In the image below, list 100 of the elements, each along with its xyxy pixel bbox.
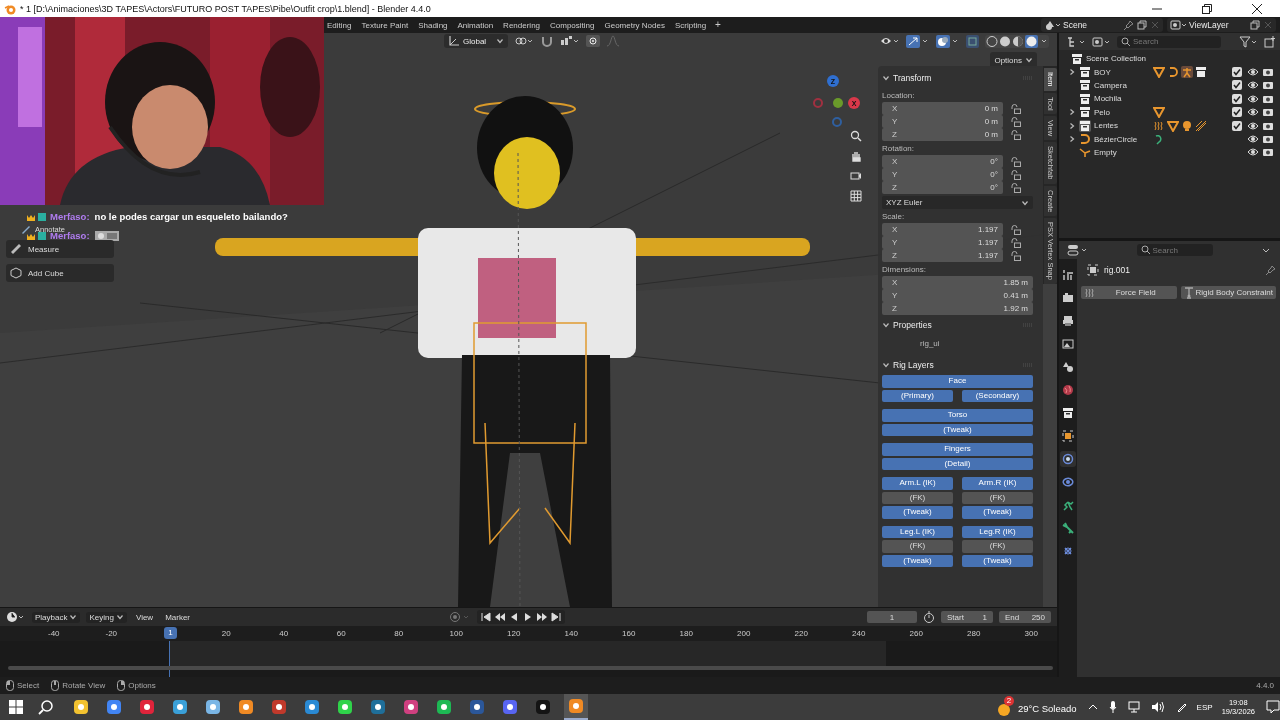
- eye-icon[interactable]: [1247, 120, 1259, 131]
- clock-editor-icon[interactable]: [6, 611, 26, 623]
- empty-icon: [1079, 146, 1091, 159]
- weather-widget[interactable]: 2 29°C Soleado: [996, 695, 1077, 719]
- previous-keyframe-icon[interactable]: [494, 611, 506, 623]
- outliner-row[interactable]: BOY: [1059, 65, 1280, 79]
- collection-icon: [1071, 52, 1083, 65]
- copy-icon[interactable]: [1250, 20, 1260, 30]
- eye-icon[interactable]: [1247, 147, 1259, 158]
- workspace-tab[interactable]: Geometry Nodes: [599, 18, 670, 32]
- workspace-tab[interactable]: Animation: [452, 18, 499, 32]
- pin-icon[interactable]: [1266, 265, 1276, 275]
- tray-chevron-icon[interactable]: [1087, 702, 1098, 712]
- add-workspace-button[interactable]: +: [711, 18, 725, 32]
- search-field[interactable]: Search: [1117, 35, 1221, 48]
- checkbox[interactable]: [1232, 120, 1242, 131]
- outliner-row[interactable]: Mochila: [1059, 92, 1280, 106]
- checkbox[interactable]: [1232, 93, 1242, 104]
- record-icon[interactable]: [449, 611, 471, 623]
- properties-tab[interactable]: [1060, 336, 1076, 352]
- eye-icon[interactable]: [1247, 107, 1259, 118]
- windows-start-icon[interactable]: [9, 700, 23, 714]
- properties-tab[interactable]: [1060, 451, 1076, 467]
- frame-number: 140: [563, 629, 579, 638]
- volume-icon[interactable]: [1150, 701, 1165, 713]
- end-frame-field[interactable]: End 250: [999, 611, 1051, 623]
- render-camera-icon[interactable]: [1262, 120, 1274, 131]
- workspace-tab[interactable]: Scripting: [669, 18, 712, 32]
- search-icon[interactable]: [38, 699, 54, 715]
- display-mode-icon[interactable]: [1092, 35, 1112, 48]
- menu-item[interactable]: Marker: [162, 611, 194, 623]
- outliner-row[interactable]: Lentes: [1059, 118, 1280, 133]
- outliner-row[interactable]: Pelo: [1059, 105, 1280, 119]
- menu-dropdown[interactable]: Keying: [86, 611, 127, 623]
- close-icon[interactable]: [1252, 3, 1262, 14]
- menu-dropdown[interactable]: Playback: [32, 611, 81, 623]
- render-camera-icon[interactable]: [1262, 147, 1274, 158]
- eye-icon[interactable]: [1247, 93, 1259, 104]
- render-camera-icon[interactable]: [1262, 134, 1274, 145]
- pen-icon[interactable]: [1175, 701, 1188, 713]
- render-camera-icon[interactable]: [1262, 67, 1274, 78]
- jump-start-icon[interactable]: [480, 611, 492, 623]
- sun-icon: [996, 703, 1011, 717]
- render-camera-icon[interactable]: [1262, 80, 1274, 91]
- workspace-tab[interactable]: Rendering: [498, 18, 546, 32]
- physics-button[interactable]: Force Field: [1081, 286, 1177, 299]
- light-icon: [1181, 119, 1193, 132]
- outliner-row[interactable]: Empty: [1059, 145, 1280, 160]
- scrollbar[interactable]: [8, 666, 1053, 670]
- microphone-icon[interactable]: [1108, 701, 1117, 713]
- workspace-tab[interactable]: Compositing: [545, 18, 600, 32]
- checkbox[interactable]: [1232, 107, 1242, 118]
- outliner-editor-icon[interactable]: [1067, 35, 1087, 48]
- outliner-row[interactable]: Scene Collection: [1059, 52, 1280, 66]
- object-data-icon: [1062, 499, 1074, 511]
- outliner-row[interactable]: Campera: [1059, 78, 1280, 93]
- taskbar-app[interactable]: [564, 694, 588, 720]
- view-layer-icon[interactable]: [1170, 19, 1186, 31]
- new-collection-icon[interactable]: [1264, 35, 1276, 48]
- notifications-icon[interactable]: [1266, 700, 1280, 714]
- properties-tab[interactable]: [1060, 405, 1076, 421]
- properties-editor-icon[interactable]: [1067, 244, 1089, 256]
- workspace-tab[interactable]: Editing: [322, 18, 357, 32]
- notification-badge: 2: [1003, 696, 1014, 706]
- jump-end-icon[interactable]: [550, 611, 562, 623]
- outliner-row[interactable]: BézierCircle: [1059, 132, 1280, 146]
- filter-icon[interactable]: [1239, 35, 1259, 48]
- frame-field[interactable]: 1: [867, 611, 917, 623]
- workspace-tab[interactable]: Texture Paint: [356, 18, 414, 32]
- eye-icon[interactable]: [1247, 67, 1259, 78]
- properties-tab[interactable]: [1060, 428, 1076, 444]
- tool-icon: [1062, 269, 1074, 281]
- scene-icon[interactable]: [1044, 19, 1060, 31]
- maximize-icon[interactable]: [1202, 3, 1212, 14]
- checkbox[interactable]: [1232, 67, 1242, 78]
- render-camera-icon[interactable]: [1262, 107, 1274, 118]
- frame-number: 280: [966, 629, 982, 638]
- properties-tab[interactable]: [1060, 520, 1076, 536]
- copy-icon[interactable]: [1137, 20, 1147, 30]
- frame-number: 240: [851, 629, 867, 638]
- stopwatch-icon[interactable]: [923, 611, 935, 623]
- caret-icon: [115, 613, 124, 621]
- eye-icon[interactable]: [1247, 134, 1259, 145]
- render-camera-icon[interactable]: [1262, 93, 1274, 104]
- playhead[interactable]: 1: [164, 627, 177, 639]
- properties-tab[interactable]: [1060, 313, 1076, 329]
- eye-icon[interactable]: [1247, 80, 1259, 91]
- menu-item[interactable]: View: [132, 611, 157, 623]
- scene-icon: [1062, 361, 1074, 373]
- language-indicator[interactable]: ESP: [1196, 702, 1213, 712]
- pin-icon[interactable]: [1124, 20, 1134, 30]
- next-keyframe-icon[interactable]: [536, 611, 548, 623]
- properties-tab[interactable]: [1060, 267, 1076, 283]
- start-frame-field[interactable]: Start 1: [941, 611, 993, 623]
- workspace-tab[interactable]: Shading: [413, 18, 453, 32]
- frame-number: 220: [793, 629, 809, 638]
- network-icon[interactable]: [1127, 701, 1140, 713]
- checkbox[interactable]: [1232, 80, 1242, 91]
- search-field[interactable]: Search: [1136, 244, 1213, 256]
- physics-button[interactable]: Rigid Body Constraint: [1180, 286, 1276, 299]
